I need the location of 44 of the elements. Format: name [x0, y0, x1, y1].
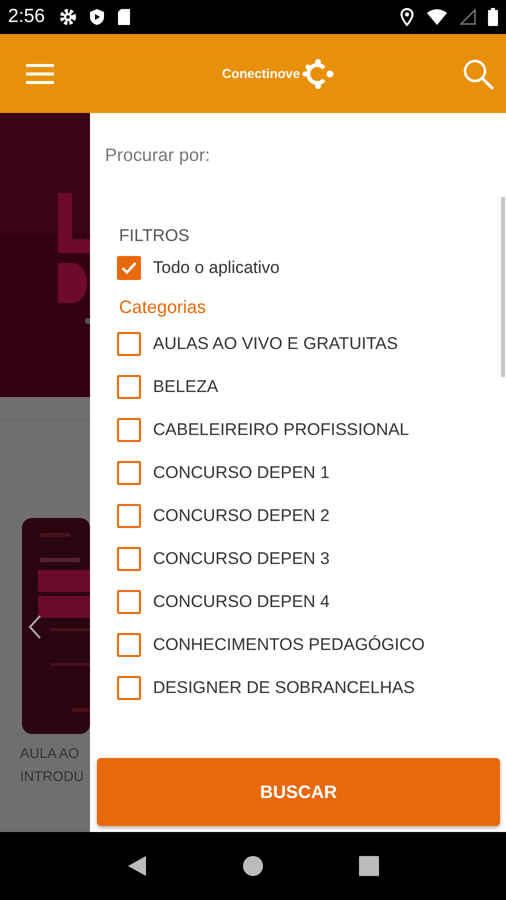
checkbox[interactable]	[117, 546, 141, 570]
checkbox[interactable]	[117, 632, 141, 656]
scrollbar[interactable]	[501, 197, 505, 377]
checkbox[interactable]	[117, 504, 141, 528]
location-icon	[400, 8, 414, 26]
battery-icon	[488, 8, 498, 26]
home-icon[interactable]	[242, 855, 264, 877]
check-icon	[121, 260, 137, 274]
search-button[interactable]: BUSCAR	[97, 758, 500, 826]
checkbox-label: CONHECIMENTOS PEDAGÓGICO	[153, 634, 425, 654]
checkbox[interactable]	[117, 676, 141, 700]
checkbox-label: CABELEIREIRO PROFISSIONAL	[153, 420, 410, 440]
checkbox[interactable]	[117, 418, 141, 442]
search-label: Procurar por:	[105, 145, 210, 166]
chevron-left-icon[interactable]	[28, 614, 42, 640]
section-title: Categorias	[119, 297, 206, 318]
status-time: 2:56	[8, 6, 45, 28]
checkbox-label: CONCURSO DEPEN 1	[153, 462, 330, 482]
checkbox[interactable]	[117, 332, 141, 356]
checkbox-label: AULAS AO VIVO E GRATUITAS	[153, 334, 398, 354]
logo-text: Conectinove	[222, 66, 300, 81]
card-caption: INTRODU	[20, 767, 85, 786]
sd-card-icon	[116, 8, 131, 26]
checkbox[interactable]	[117, 590, 141, 614]
checkbox-label: Todo o aplicativo	[153, 258, 280, 278]
checkbox[interactable]	[117, 256, 141, 280]
search-icon[interactable]	[462, 58, 494, 90]
checkbox-label: CONCURSO DEPEN 2	[153, 506, 330, 526]
checkbox-label: DESIGNER DE SOBRANCELHAS	[153, 678, 415, 698]
checkbox[interactable]	[117, 374, 141, 398]
signal-icon	[460, 8, 476, 26]
logo-icon	[302, 58, 334, 88]
wifi-icon	[426, 8, 448, 26]
checkbox-label: BELEZA	[153, 376, 218, 396]
checkbox[interactable]	[117, 460, 141, 484]
recents-icon[interactable]	[358, 856, 379, 876]
menu-icon[interactable]	[26, 64, 54, 84]
gear-icon	[58, 8, 77, 26]
section-title: FILTROS	[119, 226, 190, 246]
shield-icon	[88, 8, 105, 26]
checkbox-label: CONCURSO DEPEN 3	[153, 548, 330, 568]
card-caption: AULA AO	[20, 744, 80, 763]
checkbox-label: CONCURSO DEPEN 4	[153, 592, 330, 612]
back-icon[interactable]	[127, 855, 148, 877]
